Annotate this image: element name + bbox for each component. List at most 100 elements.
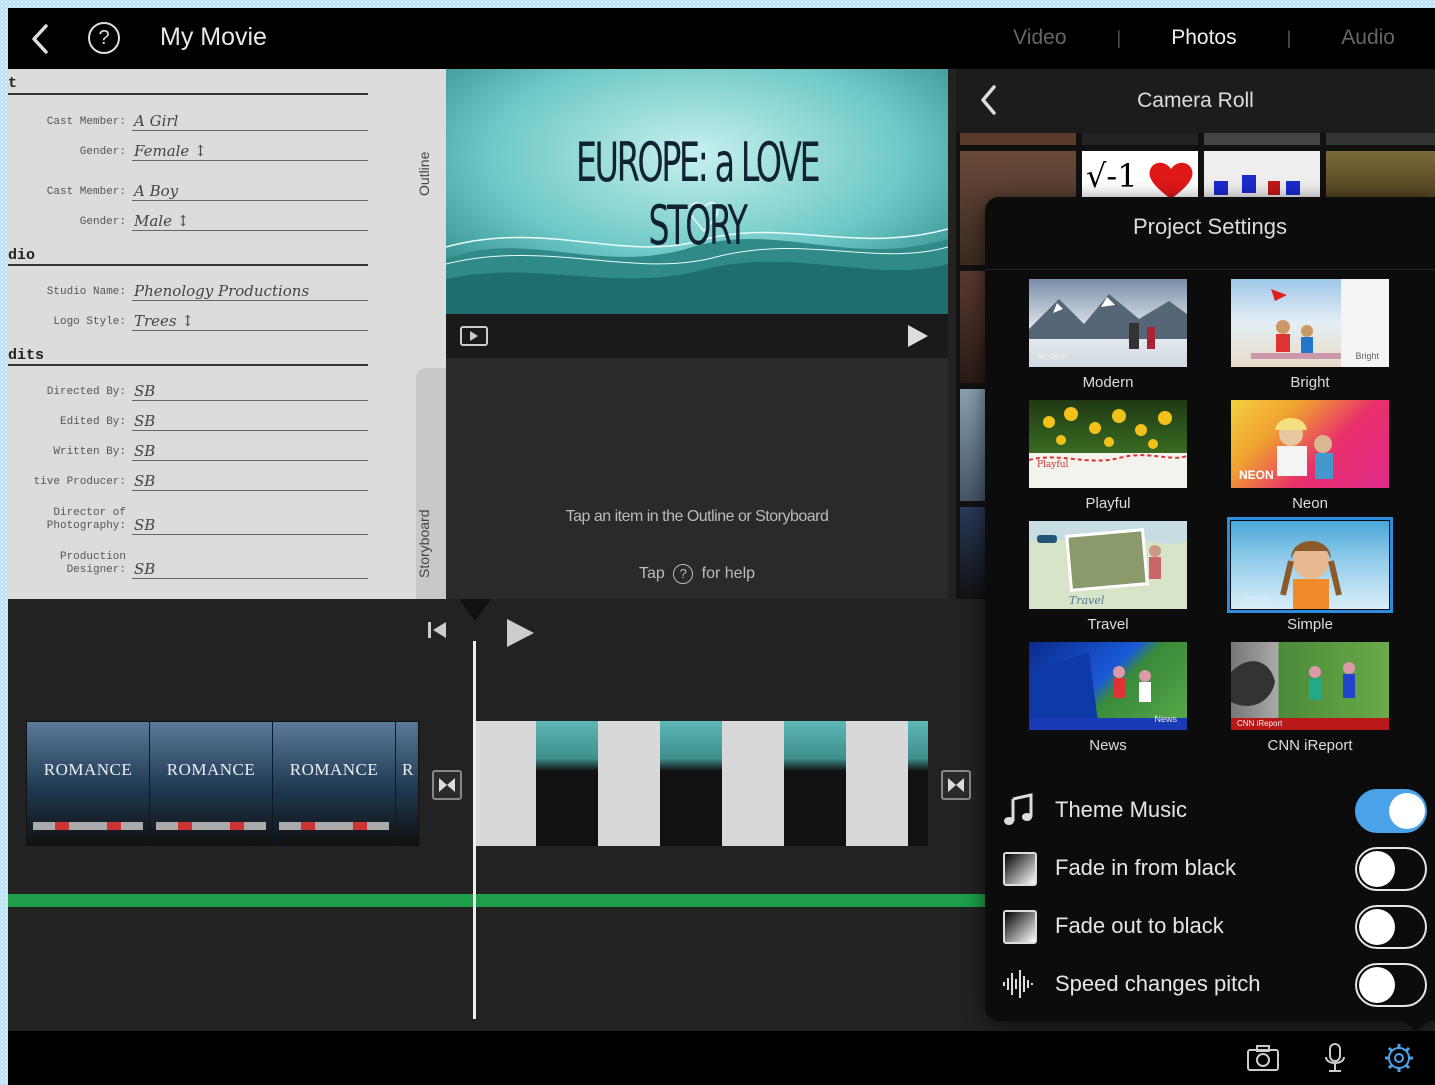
gear-icon[interactable]	[1382, 1043, 1416, 1073]
outline-row[interactable]: Studio Name: Phenology Productions	[8, 271, 368, 301]
media-tabs: Video | Photos | Audio	[1013, 26, 1395, 50]
preview-play-icon[interactable]	[908, 325, 928, 347]
field-label: Written By:	[53, 446, 126, 458]
bottom-toolbar	[8, 1031, 1435, 1085]
field-value: SB	[134, 382, 156, 400]
theme-name: News	[1089, 737, 1127, 754]
field-label: Studio Name:	[46, 286, 126, 298]
outline-row[interactable]: Gender: Male ↕	[8, 201, 368, 231]
fade-in-toggle[interactable]	[1355, 847, 1427, 891]
hint-tap: Tap	[638, 565, 665, 583]
theme-badge: News	[1154, 714, 1177, 724]
field-value: Phenology Productions	[134, 282, 310, 300]
photo-thumbnail[interactable]	[1326, 133, 1435, 145]
outline-row[interactable]: Directed By: SB	[8, 371, 368, 401]
theme-name: Simple	[1287, 616, 1333, 633]
field-label: Cast Member:	[46, 186, 126, 198]
popover-title: Project Settings	[1132, 214, 1288, 239]
field-label: Gender:	[79, 146, 126, 158]
theme-badge: Bright	[1355, 351, 1379, 361]
timeline-clip-story[interactable]	[474, 721, 928, 846]
theme-thumbnail: Travel	[1029, 521, 1187, 609]
field-value: SB	[134, 516, 156, 534]
clip-frame-text: ROMANCE	[289, 760, 379, 779]
photo-thumbnail[interactable]	[1204, 133, 1320, 145]
project-title: My Movie	[160, 23, 267, 51]
preview-title-text: EUROPE: a LOVE STORY	[575, 131, 821, 257]
field-label: Cast Member:	[46, 116, 126, 128]
help-button[interactable]: ?	[88, 22, 120, 54]
field-label: tive Producer:	[33, 476, 126, 488]
field-value: Trees ↕	[134, 312, 194, 330]
field-value: A Boy	[134, 182, 179, 200]
tab-photos[interactable]: Photos	[1171, 26, 1236, 50]
fullscreen-play-button[interactable]	[460, 326, 488, 346]
back-chevron-icon[interactable]	[26, 22, 56, 56]
clip-frame: ROMANCE	[150, 722, 273, 845]
outline-row[interactable]: Written By: SB	[8, 431, 368, 461]
divider	[8, 264, 368, 266]
camera-icon[interactable]	[1246, 1043, 1280, 1073]
playhead[interactable]	[473, 641, 476, 1019]
outline-row[interactable]: Edited By: SB	[8, 401, 368, 431]
theme-name: Bright	[1290, 374, 1330, 391]
clip-frame	[474, 721, 536, 846]
outline-row[interactable]: Production Designer: SB	[8, 545, 368, 579]
outline-row[interactable]: tive Producer: SB	[8, 461, 368, 491]
timeline-play-icon[interactable]	[507, 619, 534, 647]
audio-track[interactable]	[8, 894, 1144, 907]
theme-thumbnail: Playful	[1029, 400, 1187, 488]
clip-frame	[722, 721, 784, 846]
hint-for-help: for help	[701, 565, 756, 583]
field-label: Gender:	[79, 216, 126, 228]
tab-storyboard[interactable]: Storyboard	[416, 489, 446, 599]
preview-info-panel: Tap an item in the Outline or Storyboard…	[446, 358, 948, 599]
clip-frame	[660, 721, 722, 846]
help-hint: Tap ? for help	[446, 564, 948, 584]
tab-audio[interactable]: Audio	[1341, 26, 1395, 50]
outline-row[interactable]: Cast Member: A Boy	[8, 171, 368, 201]
theme-thumbnail: Modern	[1029, 279, 1187, 367]
transition-icon[interactable]	[432, 770, 462, 800]
outline-row[interactable]: Cast Member: A Girl	[8, 101, 368, 131]
outline-row[interactable]: Logo Style: Trees ↕	[8, 301, 368, 331]
outline-hint: Tap an item in the Outline or Storyboard	[565, 508, 829, 525]
microphone-icon[interactable]	[1318, 1043, 1352, 1073]
field-value: SB	[134, 442, 156, 460]
tab-outline[interactable]: Outline	[416, 129, 446, 219]
theme-name: CNN iReport	[1267, 737, 1353, 754]
movie-preview[interactable]: EUROPE: a LOVE STORY	[446, 69, 948, 314]
transition-icon[interactable]	[941, 770, 971, 800]
field-value: Male ↕	[134, 212, 190, 230]
field-label: Production Designer:	[59, 551, 126, 576]
imovie-app: ? My Movie Video | Photos | Audio t Cast…	[8, 8, 1435, 1085]
photo-thumbnail[interactable]	[1082, 133, 1198, 145]
timeline-clip-romance[interactable]: ROMANCE ROMANCE ROMANCE R	[26, 721, 419, 846]
speed-pitch-toggle[interactable]	[1355, 963, 1427, 1007]
waveform-icon	[1003, 970, 1033, 998]
field-value: SB	[134, 472, 156, 490]
media-browser-header: Camera Roll	[956, 69, 1435, 133]
tab-separator: |	[1116, 27, 1122, 48]
theme-badge: NEON	[1239, 468, 1274, 482]
photo-thumbnail[interactable]	[960, 133, 1076, 145]
clip-frame: R	[396, 722, 418, 845]
setting-label: Speed changes pitch	[1055, 971, 1261, 996]
clip-frame	[908, 721, 928, 846]
tab-video[interactable]: Video	[1013, 26, 1066, 50]
field-value: Female ↕	[134, 142, 207, 160]
top-bar: ? My Movie Video | Photos | Audio	[8, 8, 1435, 69]
skip-to-start-icon[interactable]	[426, 620, 448, 640]
fade-out-toggle[interactable]	[1355, 905, 1427, 949]
setting-label: Fade in from black	[1055, 855, 1236, 880]
clip-frame	[536, 721, 598, 846]
outline-row[interactable]: Director of Photography: SB	[8, 501, 368, 535]
setting-label: Theme Music	[1055, 797, 1188, 822]
theme-thumbnail: NEON	[1231, 400, 1389, 488]
theme-music-toggle[interactable]	[1355, 789, 1427, 833]
theme-badge: Travel	[1069, 594, 1105, 607]
field-value: SB	[134, 412, 156, 430]
outline-row[interactable]: Gender: Female ↕	[8, 131, 368, 161]
section-heading: dio	[8, 247, 36, 264]
tab-separator: |	[1286, 27, 1292, 48]
